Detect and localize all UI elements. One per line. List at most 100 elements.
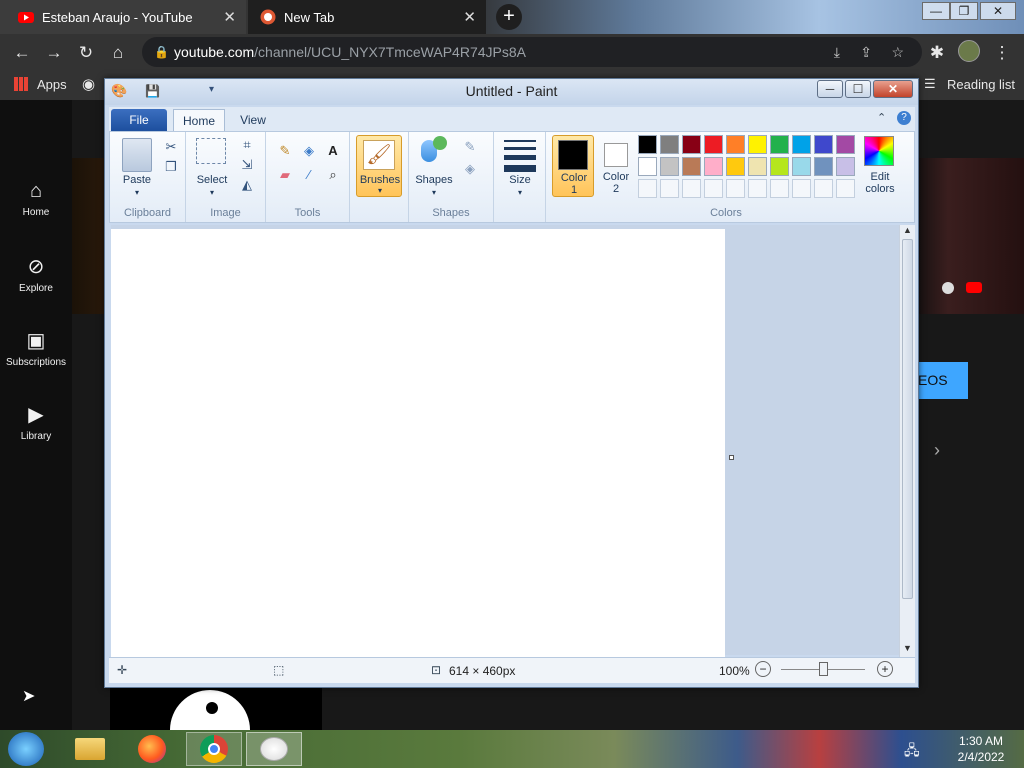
globe-icon[interactable]: ◉: [82, 75, 95, 93]
close-tab-icon[interactable]: ✕: [463, 8, 476, 26]
color-swatch[interactable]: [748, 135, 767, 154]
cut-icon[interactable]: ✂: [162, 138, 180, 156]
edit-colors-button[interactable]: Edit colors: [858, 135, 902, 197]
color-swatch[interactable]: [704, 157, 723, 176]
color-swatch[interactable]: [792, 135, 811, 154]
drawing-canvas[interactable]: [111, 229, 725, 657]
color-swatch[interactable]: [682, 157, 701, 176]
address-bar[interactable]: 🔒 youtube.com/channel/UCU_NYX7TmceWAP4R7…: [142, 37, 922, 67]
rotate-icon[interactable]: ◭: [238, 176, 256, 194]
magnifier-icon[interactable]: ⌕: [324, 166, 342, 184]
close-button[interactable]: ✕: [980, 2, 1016, 20]
banner-link-icon[interactable]: [942, 282, 954, 294]
color-swatch[interactable]: [682, 135, 701, 154]
select-icon[interactable]: [196, 138, 226, 164]
color-swatch[interactable]: [726, 157, 745, 176]
color-swatch[interactable]: [638, 157, 657, 176]
color-picker-icon[interactable]: ⁄: [300, 166, 318, 184]
paste-icon[interactable]: [122, 138, 152, 172]
group-size[interactable]: Size ▾: [494, 132, 546, 222]
paste-button[interactable]: Paste: [114, 174, 160, 186]
color-swatch[interactable]: [836, 157, 855, 176]
color1-button[interactable]: Color 1: [552, 135, 594, 197]
size-button[interactable]: Size: [494, 174, 546, 186]
paint-close-button[interactable]: ✕: [873, 80, 913, 98]
paint-minimize-button[interactable]: ─: [817, 80, 843, 98]
close-tab-icon[interactable]: ✕: [223, 8, 236, 26]
sidebar-item-home[interactable]: ⌂ Home: [0, 180, 72, 218]
size-dropdown-icon[interactable]: ▾: [494, 188, 546, 197]
select-dropdown-icon[interactable]: ▾: [188, 188, 236, 197]
minimize-ribbon-icon[interactable]: ⌃: [877, 111, 886, 124]
zoom-in-icon[interactable]: +: [877, 661, 893, 677]
color-swatch[interactable]: [660, 157, 679, 176]
color-swatch[interactable]: [836, 135, 855, 154]
color-swatch[interactable]: [814, 157, 833, 176]
custom-color-slot[interactable]: [682, 179, 701, 198]
select-button[interactable]: Select: [188, 174, 236, 186]
tab-new-tab[interactable]: New Tab ✕: [248, 0, 486, 34]
menu-dots-icon[interactable]: ⋮: [992, 43, 1012, 63]
clock-time[interactable]: 1:30 AM: [944, 734, 1018, 748]
extensions-icon[interactable]: ✱: [927, 43, 947, 63]
tab-youtube[interactable]: Esteban Araujo - YouTube ✕: [0, 0, 246, 34]
shapes-dropdown-icon[interactable]: ▾: [409, 188, 459, 197]
custom-color-slot[interactable]: [770, 179, 789, 198]
tab-home[interactable]: Home: [173, 109, 225, 131]
lock-icon[interactable]: 🔒: [154, 37, 169, 67]
reload-icon[interactable]: ↻: [76, 43, 96, 63]
eraser-icon[interactable]: ▰: [276, 166, 294, 184]
zoom-out-icon[interactable]: −: [755, 661, 771, 677]
color-swatch[interactable]: [792, 157, 811, 176]
color-swatch[interactable]: [660, 135, 679, 154]
new-tab-button[interactable]: +: [496, 4, 522, 30]
custom-color-slot[interactable]: [704, 179, 723, 198]
bookmark-star-icon[interactable]: ☆: [891, 37, 904, 67]
sidebar-item-library[interactable]: ▶ Library: [0, 402, 72, 442]
color-swatch[interactable]: [770, 157, 789, 176]
bookmark-apps[interactable]: Apps: [37, 77, 67, 92]
color-swatch[interactable]: [814, 135, 833, 154]
apps-grid-icon[interactable]: [14, 77, 28, 91]
forward-icon[interactable]: →: [44, 43, 64, 63]
profile-avatar[interactable]: [958, 40, 980, 62]
start-button-icon[interactable]: [8, 732, 44, 766]
chevron-right-icon[interactable]: ›: [934, 440, 940, 461]
chrome-icon[interactable]: [186, 732, 242, 766]
network-icon[interactable]: 🖧: [904, 740, 920, 764]
custom-color-slot[interactable]: [660, 179, 679, 198]
custom-color-slot[interactable]: [836, 179, 855, 198]
home-icon[interactable]: ⌂: [108, 43, 128, 63]
custom-color-slot[interactable]: [792, 179, 811, 198]
custom-color-slot[interactable]: [814, 179, 833, 198]
banner-youtube-icon[interactable]: [966, 282, 982, 293]
paste-dropdown-icon[interactable]: ▾: [114, 188, 160, 197]
brushes-button[interactable]: 🖌 Brushes ▾: [356, 135, 402, 197]
shapes-button[interactable]: Shapes: [409, 174, 459, 186]
color2-button[interactable]: Color 2: [596, 135, 636, 197]
help-icon[interactable]: ?: [897, 111, 911, 125]
pencil-icon[interactable]: ✎: [276, 142, 294, 160]
back-icon[interactable]: ←: [12, 43, 32, 63]
file-explorer-icon[interactable]: [62, 732, 118, 766]
scroll-up-icon[interactable]: ▲: [903, 225, 912, 235]
custom-color-slot[interactable]: [726, 179, 745, 198]
sidebar-item-subscriptions[interactable]: ▣ Subscriptions: [0, 328, 72, 368]
paint-maximize-button[interactable]: ☐: [845, 80, 871, 98]
resize-icon[interactable]: ⇲: [238, 156, 256, 174]
clock-date[interactable]: 2/4/2022: [944, 750, 1018, 764]
reading-list-icon[interactable]: ☰: [924, 76, 936, 92]
color-swatch[interactable]: [748, 157, 767, 176]
paint-taskbar-icon[interactable]: [246, 732, 302, 766]
firefox-icon[interactable]: [124, 732, 180, 766]
custom-color-slot[interactable]: [638, 179, 657, 198]
scroll-down-icon[interactable]: ▼: [903, 643, 912, 653]
color-swatch[interactable]: [704, 135, 723, 154]
shapes-icon[interactable]: [419, 136, 449, 166]
fill-shape-icon[interactable]: ◈: [461, 160, 479, 178]
tab-file[interactable]: File: [111, 109, 167, 131]
videos-button[interactable]: EOS: [914, 362, 968, 399]
color-swatch[interactable]: [726, 135, 745, 154]
restore-button[interactable]: ❐: [950, 2, 978, 20]
tab-view[interactable]: View: [231, 109, 275, 131]
